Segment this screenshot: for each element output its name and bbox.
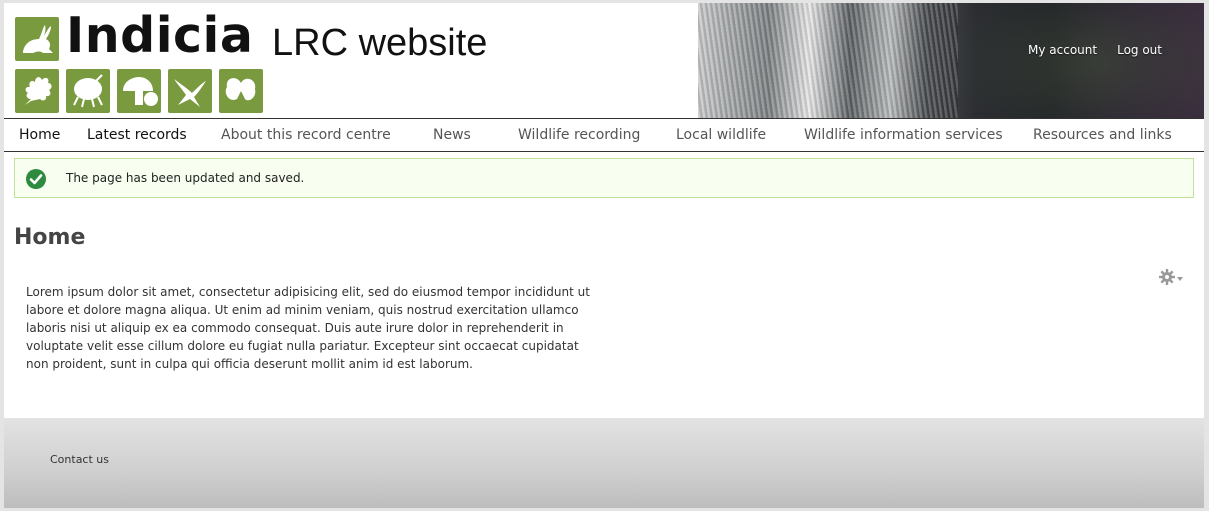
my-account-link[interactable]: My account — [1028, 43, 1097, 57]
nav-item-home[interactable]: Home — [19, 127, 60, 143]
site-name[interactable]: LRC website — [272, 21, 487, 65]
check-circle-icon — [26, 169, 46, 189]
status-message-text: The page has been updated and saved. — [66, 171, 305, 185]
page-title: Home — [14, 225, 86, 250]
swallow-icon — [168, 69, 212, 113]
nav-item-local-wildlife[interactable]: Local wildlife — [676, 127, 766, 143]
gear-icon[interactable] — [1159, 269, 1185, 287]
contact-us-link[interactable]: Contact us — [50, 453, 109, 466]
oak-leaf-icon — [15, 69, 59, 113]
main-navigation: Home Latest records About this record ce… — [4, 118, 1204, 152]
butterfly-icon — [219, 69, 263, 113]
nav-item-latest-records[interactable]: Latest records — [87, 127, 187, 143]
site-footer: Contact us — [4, 418, 1204, 508]
beetle-icon — [66, 69, 110, 113]
log-out-link[interactable]: Log out — [1117, 43, 1162, 57]
nav-item-wildlife-recording[interactable]: Wildlife recording — [518, 127, 640, 143]
site-name-bold[interactable]: Indicia — [66, 9, 253, 63]
user-menu: My account Log out — [1028, 43, 1162, 57]
nav-item-news[interactable]: News — [433, 127, 471, 143]
page-body-text: Lorem ipsum dolor sit amet, consectetur … — [26, 285, 590, 371]
mushroom-icon — [117, 69, 161, 113]
nav-item-about[interactable]: About this record centre — [221, 127, 391, 143]
header-banner-image: My account Log out — [698, 3, 1204, 118]
page: Indicia LRC website My account Log out H… — [4, 3, 1204, 508]
status-message: The page has been updated and saved. — [14, 158, 1194, 198]
nav-item-wildlife-info-services[interactable]: Wildlife information services — [804, 127, 1003, 143]
hare-icon — [15, 17, 59, 61]
site-header: Indicia LRC website My account Log out — [4, 3, 1204, 118]
nav-item-resources[interactable]: Resources and links — [1033, 127, 1172, 143]
